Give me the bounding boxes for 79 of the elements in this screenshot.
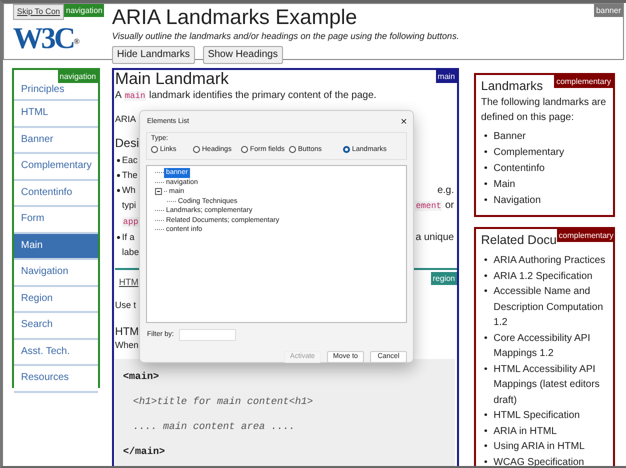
- landmark-tag: banner: [594, 4, 623, 17]
- bullet-mark: •: [484, 146, 488, 160]
- radio-icon[interactable]: [151, 146, 158, 154]
- skip-link[interactable]: Skip To Con: [13, 4, 64, 20]
- bullet-mark: •: [484, 285, 488, 299]
- landmark-tag: complementary: [556, 229, 616, 242]
- text-fragment: Eac: [122, 155, 138, 165]
- code-line: <h1>title for main content<h1>: [132, 396, 314, 410]
- landmark-tag: region: [430, 272, 457, 285]
- text-fragment: e.g.: [437, 184, 454, 198]
- text-fragment: app: [122, 216, 140, 229]
- code-line: <main>: [123, 370, 160, 384]
- bullet-mark: •: [484, 362, 488, 376]
- text-fragment: Desi: [115, 135, 140, 152]
- list-item: Navigation: [494, 194, 541, 208]
- close-button[interactable]: ×: [400, 116, 407, 128]
- doc-link[interactable]: Using ARIA in HTML: [494, 439, 585, 454]
- landmark-tag: navigation: [64, 4, 104, 17]
- logo[interactable]: W3C$^{®}$: [13, 24, 78, 54]
- toggle-button[interactable]: Show Headings: [202, 46, 283, 64]
- list-item: Main: [494, 178, 516, 192]
- code-line: </main>: [123, 446, 166, 460]
- list-item: Contentinfo: [494, 162, 545, 176]
- radio-icon[interactable]: [289, 146, 296, 154]
- nav-item[interactable]: Asst. Tech.: [14, 340, 98, 366]
- toggle-button[interactable]: Hide Landmarks: [112, 46, 195, 64]
- subtitle: Visually outline the landmarks and/or headings on the page using the following buttons.: [112, 30, 460, 42]
- panel-heading: Landmarks: [481, 78, 543, 95]
- filter-field[interactable]: [178, 329, 236, 341]
- doc-link[interactable]: ARIA 1.2 Specification: [494, 268, 592, 284]
- doc-link[interactable]: Accessible Name and Description Computation 1.2: [494, 284, 610, 330]
- text-fragment: If a: [122, 232, 135, 242]
- text-fragment: a unique: [416, 231, 454, 245]
- text-fragment: ARIA: [115, 113, 136, 126]
- text-fragment: typi: [122, 199, 136, 212]
- nav-item[interactable]: Principles: [14, 83, 98, 101]
- text-fragment: Use t: [115, 298, 136, 312]
- nav-item[interactable]: Region: [14, 286, 98, 313]
- section-link[interactable]: HTM: [119, 276, 138, 290]
- bullet-mark: •: [484, 409, 488, 423]
- page-title: ARIA Landmarks Example: [112, 6, 358, 30]
- list-item: Banner: [494, 130, 526, 144]
- collapse-icon[interactable]: [155, 188, 162, 196]
- radio-icon[interactable]: [343, 146, 350, 154]
- doc-link[interactable]: Core Accessibility API Mappings 1.2: [494, 330, 610, 362]
- panel-text: The following landmarks are defined on this page:: [481, 96, 608, 125]
- doc-link[interactable]: HTML Specification: [494, 408, 580, 424]
- intro-text: A main landmark identifies the primary content of the page.: [115, 89, 378, 103]
- radio-icon[interactable]: [241, 146, 248, 154]
- landmark-tag: navigation: [58, 70, 98, 83]
- landmark-tag: main: [436, 70, 457, 83]
- doc-link[interactable]: ARIA in HTML: [494, 424, 557, 439]
- text-fragment: HTM: [115, 324, 139, 338]
- doc-link[interactable]: ARIA Authoring Practices: [494, 253, 606, 268]
- panel-heading: Related Docu: [481, 232, 557, 249]
- code-line: .... main content area ....: [132, 420, 296, 434]
- bullet-mark: •: [484, 254, 488, 268]
- bullet-mark: •: [484, 194, 488, 208]
- nav-item[interactable]: Main: [14, 234, 98, 260]
- bullet-mark: •: [484, 440, 488, 454]
- text-fragment: ement or: [414, 199, 454, 213]
- list-item: Complementary: [494, 146, 564, 160]
- text-fragment: labe: [122, 246, 140, 259]
- bullet-mark: •: [484, 130, 488, 144]
- bullet-mark: •: [484, 178, 488, 192]
- text-fragment: Wh: [122, 185, 136, 195]
- text-fragment: When: [115, 338, 139, 350]
- bullet-mark: •: [484, 456, 488, 466]
- nav-item[interactable]: Banner: [14, 128, 98, 154]
- nav-item[interactable]: Contentinfo: [14, 180, 98, 207]
- text-fragment: The: [122, 170, 138, 180]
- radio-icon[interactable]: [193, 146, 200, 154]
- bullet-mark: •: [484, 424, 488, 438]
- doc-link[interactable]: HTML Accessibility API Mappings (latest editors draft): [494, 362, 610, 408]
- main-heading: Main Landmark: [115, 70, 229, 88]
- bullet-mark: •: [484, 332, 488, 346]
- bullet-mark: •: [484, 162, 488, 176]
- landmark-tag: complementary: [554, 75, 613, 88]
- bullet-mark: •: [484, 270, 488, 284]
